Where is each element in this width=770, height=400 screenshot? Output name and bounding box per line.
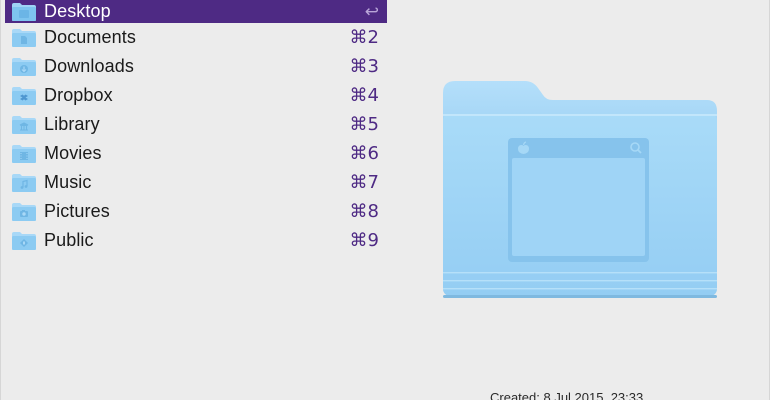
result-label: Desktop — [44, 1, 111, 21]
result-label: Dropbox — [44, 85, 113, 105]
result-label: Library — [44, 114, 100, 134]
desktop-folder-icon — [12, 2, 36, 21]
result-label: Downloads — [44, 56, 134, 76]
command-shortcut: ⌘3 — [349, 56, 379, 77]
command-shortcut: ⌘5 — [349, 114, 379, 135]
command-shortcut: ⌘2 — [349, 27, 379, 48]
results-list: Desktop ↩ Documents ⌘2 Downloads ⌘3 Drop… — [5, 0, 387, 255]
dropbox-folder-icon — [12, 86, 36, 105]
result-item-pictures[interactable]: Pictures ⌘8 — [5, 197, 387, 226]
result-label: Music — [44, 172, 92, 192]
result-item-movies[interactable]: Movies ⌘6 — [5, 139, 387, 168]
desktop-folder-large-icon — [443, 81, 717, 298]
result-item-public[interactable]: Public ⌘9 — [5, 226, 387, 255]
command-shortcut: ⌘6 — [349, 143, 379, 164]
library-folder-icon — [12, 115, 36, 134]
result-item-dropbox[interactable]: Dropbox ⌘4 — [5, 81, 387, 110]
result-item-downloads[interactable]: Downloads ⌘3 — [5, 52, 387, 81]
alfred-results-window: Desktop ↩ Documents ⌘2 Downloads ⌘3 Drop… — [0, 0, 770, 400]
result-item-desktop[interactable]: Desktop ↩ — [5, 0, 387, 23]
public-folder-icon — [12, 231, 36, 250]
command-shortcut: ⌘4 — [349, 85, 379, 106]
documents-folder-icon — [12, 28, 36, 47]
result-label: Pictures — [44, 201, 110, 221]
command-shortcut: ⌘8 — [349, 201, 379, 222]
command-shortcut: ⌘9 — [349, 230, 379, 251]
result-label: Movies — [44, 143, 102, 163]
pictures-folder-icon — [12, 202, 36, 221]
result-label: Documents — [44, 27, 136, 47]
music-folder-icon — [12, 173, 36, 192]
downloads-folder-icon — [12, 57, 36, 76]
command-shortcut: ⌘7 — [349, 172, 379, 193]
result-item-music[interactable]: Music ⌘7 — [5, 168, 387, 197]
return-key-shortcut: ↩ — [364, 1, 379, 22]
created-date: Created: 8 Jul 2015, 23:33 — [490, 390, 644, 400]
result-item-documents[interactable]: Documents ⌘2 — [5, 23, 387, 52]
result-label: Public — [44, 230, 94, 250]
result-item-library[interactable]: Library ⌘5 — [5, 110, 387, 139]
movies-folder-icon — [12, 144, 36, 163]
